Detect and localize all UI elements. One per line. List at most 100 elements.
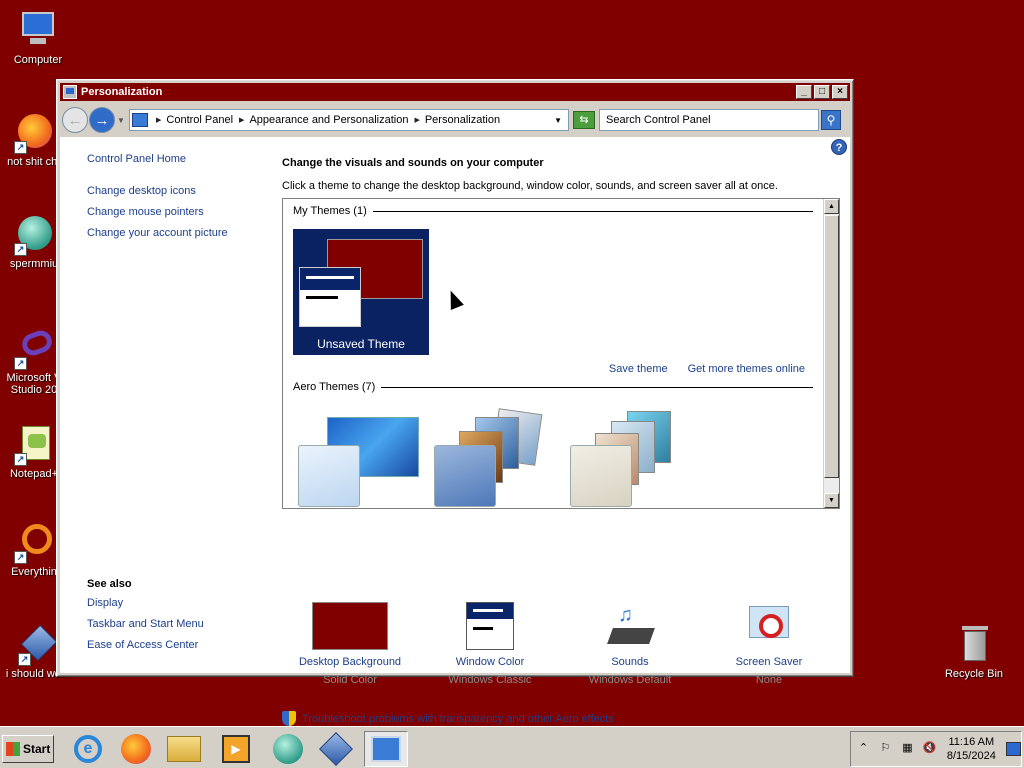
- display-link[interactable]: Display: [87, 597, 204, 609]
- ease-of-access-link[interactable]: Ease of Access Center: [87, 639, 204, 651]
- sounds-icon: ♫: [606, 602, 655, 650]
- aero-theme-architecture[interactable]: [429, 408, 543, 507]
- themes-scrollbar[interactable]: ▲ ▼: [823, 199, 839, 508]
- themes-list: My Themes (1) Unsaved Theme Save theme G…: [282, 198, 840, 509]
- taskbar-media-player-button[interactable]: ▶: [214, 731, 258, 767]
- desktop-background-item[interactable]: Desktop Background Solid Color: [280, 602, 420, 686]
- unsaved-theme-label: Unsaved Theme: [317, 337, 405, 351]
- change-account-picture-link[interactable]: Change your account picture: [87, 227, 228, 239]
- recent-pages-dropdown[interactable]: ▼: [115, 116, 127, 125]
- clock[interactable]: 11:16 AM 8/15/2024: [947, 735, 996, 763]
- glass-color-swatch: [298, 445, 360, 507]
- scroll-thumb[interactable]: [824, 215, 839, 478]
- maximize-button[interactable]: □: [814, 85, 830, 99]
- shortcut-arrow-icon: ↗: [14, 243, 27, 256]
- app-globe-icon: [273, 734, 303, 764]
- action-center-flag-icon[interactable]: ⚐: [877, 741, 894, 757]
- taskbar-control-panel-button[interactable]: [364, 731, 408, 767]
- refresh-button[interactable]: ⇆: [573, 111, 595, 129]
- breadcrumb-control-panel[interactable]: Control Panel: [166, 114, 233, 126]
- close-button[interactable]: ×: [832, 85, 848, 99]
- notepadpp-icon: ↗: [14, 424, 54, 466]
- shortcut-arrow-icon: ↗: [14, 453, 27, 466]
- help-button[interactable]: ?: [831, 139, 847, 155]
- get-more-themes-link[interactable]: Get more themes online: [688, 363, 805, 375]
- save-theme-link[interactable]: Save theme: [609, 363, 668, 375]
- control-panel-icon: [63, 85, 77, 99]
- sounds-title: Sounds: [611, 656, 649, 668]
- content-area: ? Control Panel Home Change desktop icon…: [60, 137, 850, 726]
- address-dropdown-icon[interactable]: ▼: [554, 116, 562, 125]
- forward-button[interactable]: →: [89, 107, 115, 133]
- aero-themes-group: Aero Themes (7): [293, 381, 813, 393]
- network-icon[interactable]: ▦: [899, 741, 916, 757]
- breadcrumb-chevron-icon[interactable]: ▶: [414, 116, 419, 124]
- virtualbox-icon: ↗: [18, 624, 58, 666]
- address-bar[interactable]: ▶ Control Panel ▶ Appearance and Personali…: [129, 109, 569, 131]
- desktop-background-title: Desktop Background: [298, 656, 402, 668]
- window-color-item[interactable]: Window Color Windows Classic: [420, 602, 560, 686]
- start-button[interactable]: Start: [2, 735, 54, 763]
- taskbar-virtualbox-button[interactable]: [314, 731, 358, 767]
- breadcrumb-appearance[interactable]: Appearance and Personalization: [249, 114, 408, 126]
- desktop-icon-computer[interactable]: Computer: [0, 10, 76, 66]
- back-button[interactable]: ←: [62, 107, 88, 133]
- breadcrumb-personalization[interactable]: Personalization: [425, 114, 500, 126]
- clock-time: 11:16 AM: [948, 736, 995, 748]
- show-hidden-icons-button[interactable]: ⌃: [855, 741, 872, 757]
- unsaved-theme-tile[interactable]: Unsaved Theme: [293, 229, 429, 355]
- control-panel-icon: [371, 736, 401, 762]
- desktop-icon-recycle-bin[interactable]: Recycle Bin: [936, 624, 1012, 680]
- address-toolbar: ← → ▼ ▶ Control Panel ▶ Appearance and Per…: [60, 103, 850, 137]
- taskbar-explorer-button[interactable]: [162, 731, 206, 767]
- aero-theme-windows7[interactable]: [293, 411, 419, 507]
- uac-shield-icon: [282, 711, 296, 726]
- troubleshoot-link-row[interactable]: Troubleshoot problems with transparency …: [282, 711, 614, 726]
- shortcut-arrow-icon: ↗: [14, 357, 27, 370]
- desktop-icon-label: Recycle Bin: [944, 668, 1004, 680]
- everything-search-icon: ↗: [14, 522, 54, 564]
- search-input[interactable]: Search Control Panel: [599, 109, 819, 131]
- change-desktop-icons-link[interactable]: Change desktop icons: [87, 185, 228, 197]
- volume-muted-icon[interactable]: 🔇: [921, 741, 938, 757]
- search-button[interactable]: ⚲: [821, 110, 841, 130]
- folder-icon: [167, 736, 201, 762]
- screen-saver-icon: [745, 602, 793, 650]
- shortcut-arrow-icon: ↗: [14, 551, 27, 564]
- firefox-icon: ↗: [14, 112, 54, 154]
- left-nav: Control Panel Home Change desktop icons …: [87, 153, 228, 248]
- scroll-down-button[interactable]: ▼: [824, 493, 839, 508]
- control-panel-icon: [132, 113, 148, 127]
- computer-icon: [18, 10, 58, 50]
- visual-studio-icon: ↗: [14, 327, 55, 370]
- control-panel-home-link[interactable]: Control Panel Home: [87, 153, 228, 165]
- glass-color-swatch: [434, 445, 496, 507]
- breadcrumb-chevron-icon[interactable]: ▶: [239, 116, 244, 124]
- internet-explorer-icon: e: [74, 735, 102, 763]
- taskbar-globe-app-button[interactable]: [266, 731, 310, 767]
- sounds-item[interactable]: ♫ Sounds Windows Default: [560, 602, 700, 686]
- troubleshoot-link[interactable]: Troubleshoot problems with transparency …: [302, 713, 614, 725]
- change-mouse-pointers-link[interactable]: Change mouse pointers: [87, 206, 228, 218]
- taskbar-start-menu-link[interactable]: Taskbar and Start Menu: [87, 618, 204, 630]
- theme-window-preview: [299, 267, 361, 327]
- taskbar-firefox-button[interactable]: [114, 731, 158, 767]
- search-icon: ⚲: [826, 113, 836, 127]
- minimize-button[interactable]: _: [796, 85, 812, 99]
- show-desktop-button[interactable]: [1005, 742, 1022, 756]
- theme-links: Save theme Get more themes online: [609, 363, 805, 375]
- screen-saver-title: Screen Saver: [735, 656, 803, 668]
- title-bar[interactable]: Personalization _ □ ×: [60, 83, 850, 101]
- screen-saver-value: None: [755, 674, 783, 686]
- breadcrumb-chevron-icon[interactable]: ▶: [156, 116, 161, 124]
- taskbar-ie-button[interactable]: e: [66, 731, 110, 767]
- personalization-window: Personalization _ □ × ← → ▼ ▶ Control Pan…: [56, 79, 854, 726]
- app-globe-icon: ↗: [14, 214, 54, 256]
- screen-saver-item[interactable]: Screen Saver None: [699, 602, 839, 686]
- scroll-up-button[interactable]: ▲: [824, 199, 839, 214]
- desktop-background-value: Solid Color: [323, 674, 377, 686]
- page-title: Change the visuals and sounds on your co…: [282, 157, 544, 169]
- page-subtitle: Click a theme to change the desktop back…: [282, 180, 778, 192]
- my-themes-group: My Themes (1): [293, 205, 813, 217]
- aero-theme-characters[interactable]: [565, 411, 677, 507]
